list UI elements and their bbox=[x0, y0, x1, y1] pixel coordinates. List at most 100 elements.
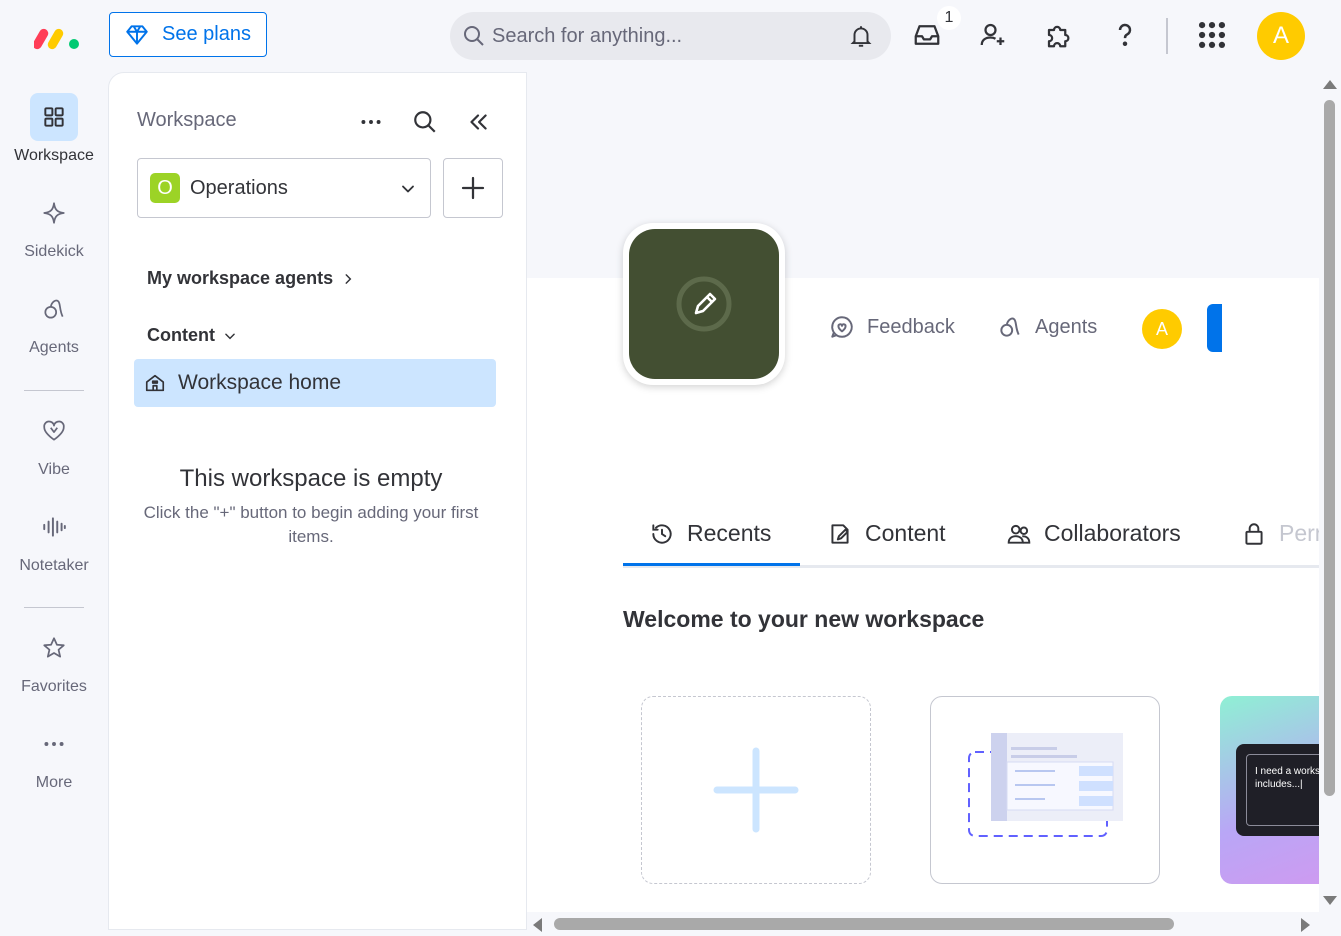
top-bar: See plans Search for anything... 1 A bbox=[0, 0, 1341, 72]
vertical-scrollbar[interactable] bbox=[1319, 72, 1341, 912]
content-doc-icon bbox=[831, 523, 849, 544]
tab-label: Content bbox=[865, 520, 946, 546]
workspace-grid-icon bbox=[44, 107, 64, 127]
puzzle-icon[interactable] bbox=[1044, 20, 1074, 50]
workspace-name: Operations bbox=[190, 176, 288, 199]
history-icon bbox=[652, 523, 672, 544]
content-label: Content bbox=[147, 325, 215, 345]
member-avatar[interactable]: A bbox=[1142, 309, 1182, 349]
user-avatar[interactable]: A bbox=[1257, 12, 1305, 60]
add-item-button[interactable] bbox=[443, 158, 503, 218]
tab-content[interactable]: Content bbox=[827, 520, 946, 547]
nav-label: Vibe bbox=[38, 461, 70, 478]
diamond-icon bbox=[126, 24, 148, 45]
workspace-agents-label: My workspace agents bbox=[147, 268, 334, 288]
main-content: Feedback Agents A Recents Content Collab… bbox=[527, 72, 1319, 912]
horizontal-scroll-thumb[interactable] bbox=[554, 918, 1174, 930]
ai-prompt-text: I need a works includes...| bbox=[1246, 754, 1319, 826]
star-icon bbox=[43, 637, 65, 658]
heart-icon bbox=[43, 420, 65, 441]
workspace-logo[interactable] bbox=[623, 223, 785, 385]
nav-label: Sidekick bbox=[24, 243, 84, 260]
nav-label: More bbox=[35, 774, 73, 791]
agents-icon bbox=[1000, 317, 1020, 337]
tab-permissions[interactable]: Perr bbox=[1241, 520, 1319, 547]
nav-label: Workspace bbox=[14, 147, 94, 164]
scroll-right-arrow-icon[interactable] bbox=[1301, 918, 1310, 932]
left-nav: Workspace Sidekick Agents Vibe Notetaker… bbox=[0, 72, 108, 936]
more-dots-icon bbox=[44, 742, 64, 746]
help-icon[interactable] bbox=[1110, 20, 1140, 50]
more-options-icon[interactable] bbox=[358, 109, 384, 135]
agents-button[interactable]: Agents bbox=[997, 314, 1097, 340]
agents-label: Agents bbox=[1035, 315, 1098, 338]
nav-item-agents[interactable]: Agents bbox=[0, 285, 108, 357]
workspace-selector[interactable]: O Operations bbox=[137, 158, 431, 218]
see-plans-label: See plans bbox=[162, 23, 251, 45]
empty-state-subtitle: Click the "+" button to begin adding you… bbox=[143, 503, 479, 546]
lock-icon bbox=[1245, 522, 1263, 545]
nav-item-workspace[interactable]: Workspace bbox=[0, 93, 108, 165]
nav-item-notetaker[interactable]: Notetaker bbox=[0, 503, 108, 575]
apps-grid-icon[interactable] bbox=[1195, 18, 1229, 52]
feedback-button[interactable]: Feedback bbox=[829, 314, 955, 340]
invite-user-icon[interactable] bbox=[978, 20, 1008, 50]
template-illustration-icon bbox=[968, 733, 1123, 837]
nav-item-more[interactable]: More bbox=[0, 720, 108, 792]
horizontal-scrollbar[interactable] bbox=[527, 912, 1319, 936]
vertical-scroll-thumb[interactable] bbox=[1324, 100, 1335, 796]
plus-icon bbox=[713, 747, 799, 833]
welcome-heading: Welcome to your new workspace bbox=[623, 606, 985, 632]
home-building-icon bbox=[145, 374, 165, 392]
add-board-card[interactable] bbox=[641, 696, 871, 884]
search-icon bbox=[464, 26, 484, 46]
panel-title: Workspace bbox=[137, 109, 237, 131]
inbox-badge: 1 bbox=[937, 6, 961, 30]
tab-label: Recents bbox=[687, 520, 772, 546]
invite-button-partial[interactable] bbox=[1207, 304, 1222, 352]
edit-pencil-icon[interactable] bbox=[676, 276, 732, 332]
content-section-toggle[interactable]: Content bbox=[147, 325, 237, 346]
workspace-panel: Workspace O Operations My workspace agen… bbox=[108, 72, 527, 930]
feedback-label: Feedback bbox=[867, 315, 955, 338]
inbox-icon[interactable] bbox=[912, 20, 942, 50]
nav-label: Agents bbox=[29, 339, 79, 356]
scroll-down-arrow-icon[interactable] bbox=[1323, 896, 1337, 905]
search-icon[interactable] bbox=[412, 109, 438, 135]
chevron-right-icon bbox=[345, 273, 352, 284]
agents-icon bbox=[44, 299, 64, 319]
workspace-home-label: Workspace home bbox=[178, 371, 342, 394]
search-bar[interactable]: Search for anything... bbox=[450, 12, 891, 60]
topbar-divider bbox=[1166, 18, 1168, 54]
search-placeholder: Search for anything... bbox=[492, 24, 683, 47]
tab-recents[interactable]: Recents bbox=[649, 520, 771, 547]
waveform-icon bbox=[43, 517, 66, 537]
workspace-tabs: Recents Content Collaborators Perr bbox=[623, 510, 1319, 568]
nav-label: Favorites bbox=[21, 678, 87, 695]
nav-item-vibe[interactable]: Vibe bbox=[0, 407, 108, 479]
scroll-left-arrow-icon[interactable] bbox=[533, 918, 542, 932]
workspace-home-item[interactable]: Workspace home bbox=[134, 359, 496, 407]
empty-state-title: This workspace is empty bbox=[179, 465, 443, 492]
chevron-down-icon bbox=[402, 185, 414, 193]
people-icon bbox=[1007, 524, 1031, 544]
template-card[interactable] bbox=[930, 696, 1160, 884]
nav-divider bbox=[24, 390, 84, 391]
tab-collaborators[interactable]: Collaborators bbox=[1006, 520, 1181, 547]
tab-label: Perr bbox=[1279, 520, 1319, 546]
scroll-up-arrow-icon[interactable] bbox=[1323, 80, 1337, 89]
active-tab-indicator bbox=[623, 563, 800, 566]
workspace-agents-link[interactable]: My workspace agents bbox=[147, 268, 355, 289]
bell-icon[interactable] bbox=[848, 23, 874, 49]
monday-logo-icon[interactable] bbox=[34, 22, 82, 52]
sparkle-icon bbox=[43, 202, 65, 224]
see-plans-button[interactable]: See plans bbox=[109, 12, 267, 57]
nav-item-favorites[interactable]: Favorites bbox=[0, 624, 108, 696]
ai-start-card[interactable]: I need a works includes...| bbox=[1220, 696, 1319, 884]
plus-icon bbox=[461, 176, 485, 200]
collapse-panel-icon[interactable] bbox=[465, 109, 491, 135]
nav-item-sidekick[interactable]: Sidekick bbox=[0, 189, 108, 261]
chevron-down-icon bbox=[225, 333, 235, 339]
workspace-badge: O bbox=[150, 173, 180, 203]
feedback-heart-icon bbox=[831, 316, 853, 338]
